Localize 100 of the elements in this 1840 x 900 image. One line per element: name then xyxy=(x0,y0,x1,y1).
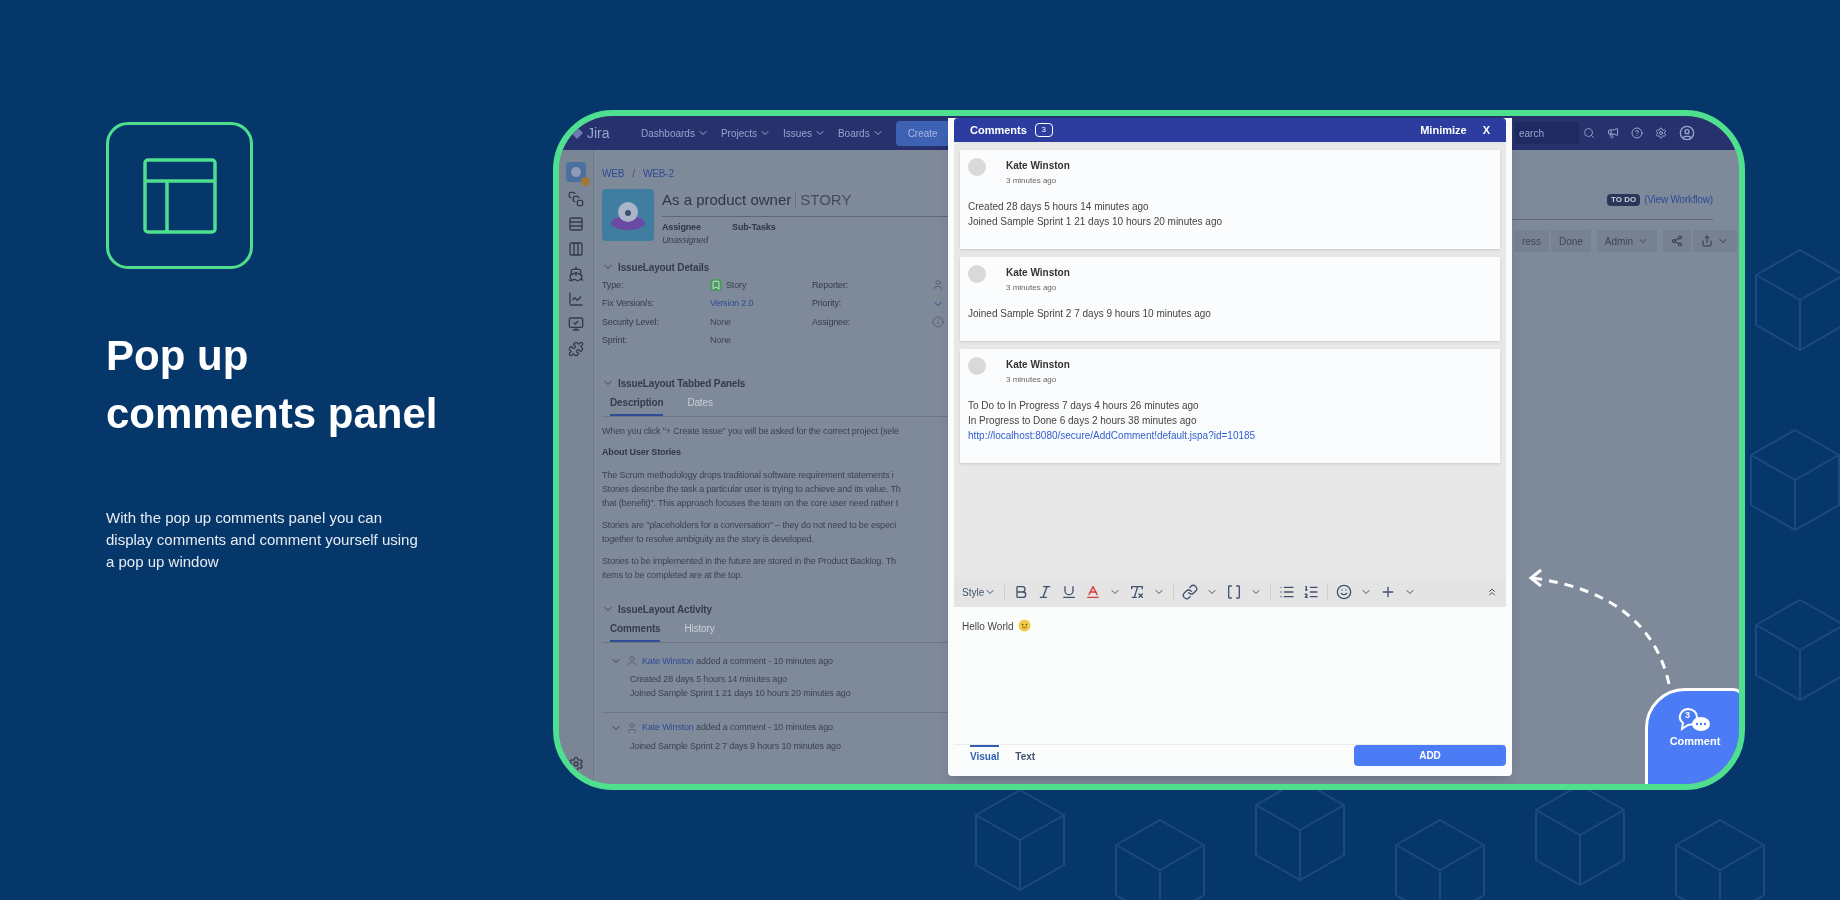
comments-floating-button[interactable]: 3 Comment xyxy=(1645,688,1739,784)
action-button[interactable]: ress xyxy=(1514,230,1549,252)
comment-link[interactable]: http://localhost:8080/secure/AddComment!default.jspa?id=10185 xyxy=(968,428,1492,443)
field-value: None xyxy=(710,334,731,347)
ship-icon[interactable] xyxy=(568,266,584,282)
comment-text: Created 28 days 5 hours 14 minutes ago Joined Sample Sprint 1 21 days 10 hours 20 minutes ago xyxy=(968,200,1224,229)
section-heading: IssueLayout Tabbed Panels xyxy=(618,376,746,391)
create-button[interactable]: Create xyxy=(895,120,950,146)
avatar-icon[interactable] xyxy=(1679,125,1695,141)
comment-body: Created 28 days 5 hours 14 minutes ago Joined Sample Sprint 1 21 days 10 hours 20 minutes ago xyxy=(629,673,852,700)
field-label: Assignee xyxy=(662,220,702,234)
comment-time: 3 minutes ago xyxy=(1006,374,1058,386)
description-heading: About User Stories xyxy=(602,446,682,459)
rows-icon[interactable] xyxy=(568,216,584,232)
tab[interactable]: Comments xyxy=(610,620,661,642)
field-label: Sprint: xyxy=(602,334,628,347)
style-dropdown[interactable]: Style xyxy=(962,584,1006,600)
collapse-icon[interactable] xyxy=(1486,586,1498,598)
field-label: Sub-Tasks xyxy=(732,220,776,234)
breadcrumb-separator: / xyxy=(632,167,635,181)
author-link[interactable]: Kate Winston xyxy=(642,722,694,732)
stack-icon[interactable] xyxy=(568,191,584,207)
info-icon xyxy=(932,316,944,329)
description-text: When you click "+ Create Issue" you will be asked for the correct project (sele xyxy=(602,424,900,438)
field-label: Type: xyxy=(602,278,625,292)
editor-mode-tab[interactable]: Visual xyxy=(970,745,1000,766)
field-value[interactable]: Version 2.0 xyxy=(710,297,754,311)
field-value: Unassigned xyxy=(662,234,709,247)
logo-icon xyxy=(571,127,583,139)
avatar xyxy=(968,357,986,375)
share-button[interactable] xyxy=(1663,230,1692,252)
comment-time: 3 minutes ago xyxy=(1006,282,1058,294)
action-button[interactable]: Done xyxy=(1550,230,1591,252)
comment-author: Kate Winston xyxy=(1006,266,1070,280)
tab[interactable]: History xyxy=(684,620,715,642)
workflow-link[interactable]: (View Workflow) xyxy=(1644,192,1713,207)
comment-text: To Do to In Progress 7 days 4 hours 26 minutes ago In Progress to Done 6 days 2 hours 38 minutes ago xyxy=(968,399,1200,428)
tab[interactable]: Dates xyxy=(687,394,713,416)
nav-menu[interactable]: Boards xyxy=(837,125,884,141)
comment-body: Joined Sample Sprint 2 7 days 9 hours 10 minutes ago xyxy=(629,739,842,753)
field-value: None xyxy=(710,315,731,329)
breadcrumb-link[interactable]: WEB-2 xyxy=(643,166,674,181)
numbered-list-icon[interactable] xyxy=(1303,584,1320,600)
avatar xyxy=(968,158,986,176)
search-field[interactable]: earch xyxy=(1515,122,1579,144)
comment-count: 3 xyxy=(1685,709,1690,722)
text-color-icon[interactable] xyxy=(1085,584,1102,600)
embed-icon[interactable] xyxy=(1226,584,1243,600)
field-label: Assignee: xyxy=(812,315,851,329)
share-icon xyxy=(1671,235,1684,247)
settings-icon[interactable] xyxy=(1655,127,1667,139)
underline-icon[interactable] xyxy=(1061,584,1078,600)
author-link[interactable]: Kate Winston xyxy=(642,655,694,666)
issue-title: As a product owner xyxy=(662,190,792,210)
description-paragraph: Stories are "placeholders for a conversation" – they do not need to be especi together to resolve ambiguity as the story is developed. xyxy=(602,518,898,546)
megaphone-icon[interactable] xyxy=(1607,127,1619,139)
export-button[interactable] xyxy=(1693,230,1738,252)
monitor-icon[interactable] xyxy=(568,316,584,332)
search-icon[interactable] xyxy=(1583,127,1595,139)
export-icon xyxy=(1701,235,1714,247)
help-icon[interactable] xyxy=(1631,127,1643,139)
text-style-icon[interactable] xyxy=(1129,584,1146,600)
comment-header: Kate Winston added a comment - 10 minutes ago xyxy=(642,721,833,734)
columns-icon[interactable] xyxy=(568,241,584,257)
admin-menu-button[interactable]: Admin xyxy=(1596,230,1658,252)
tab[interactable]: Description xyxy=(610,394,664,416)
nav-menu[interactable]: Dashboards xyxy=(641,125,709,141)
comment-time: 3 minutes ago xyxy=(1006,175,1058,187)
logo-text[interactable]: Jira xyxy=(587,122,610,144)
status-badge: TO DO xyxy=(1606,193,1641,206)
nav-menu[interactable]: Issues xyxy=(783,125,826,141)
field-value: Story xyxy=(726,278,747,292)
editor-mode-tab[interactable]: Text xyxy=(1015,745,1036,766)
link-icon[interactable] xyxy=(1182,584,1199,600)
smiley-icon xyxy=(1017,619,1031,632)
add-button[interactable]: ADD xyxy=(1354,745,1506,766)
comment-author: Kate Winston xyxy=(1006,159,1070,173)
layout-icon xyxy=(106,122,253,269)
feature-title: Pop up comments panel xyxy=(106,331,439,439)
minimize-button[interactable]: Minimize xyxy=(1420,121,1467,139)
emoji-icon[interactable] xyxy=(1336,584,1353,600)
user-icon xyxy=(932,279,944,292)
breadcrumb-link[interactable]: WEB xyxy=(602,166,625,181)
close-button[interactable]: X xyxy=(1482,121,1490,139)
chat-bubbles-icon xyxy=(1678,707,1712,733)
feature-description: With the pop up comments panel you can display comments and comment yourself using a pop up window xyxy=(106,508,419,572)
popup-title: Comments xyxy=(970,122,1027,138)
puzzle-icon[interactable] xyxy=(568,341,584,357)
issue-avatar xyxy=(602,189,654,241)
section-heading: IssueLayout Details xyxy=(618,260,710,275)
avatar xyxy=(968,265,986,283)
section-heading: IssueLayout Activity xyxy=(618,602,712,617)
chart-icon[interactable] xyxy=(568,291,584,307)
bullet-list-icon[interactable] xyxy=(1279,584,1296,600)
issue-type: STORY xyxy=(800,190,852,210)
comment-header: Kate Winston added a comment - 10 minutes ago xyxy=(642,654,833,668)
comment-count-badge: 3 xyxy=(1034,123,1053,137)
settings-icon[interactable] xyxy=(568,756,584,772)
field-label: Fix Version/s: xyxy=(602,297,655,310)
nav-menu[interactable]: Projects xyxy=(720,125,772,141)
